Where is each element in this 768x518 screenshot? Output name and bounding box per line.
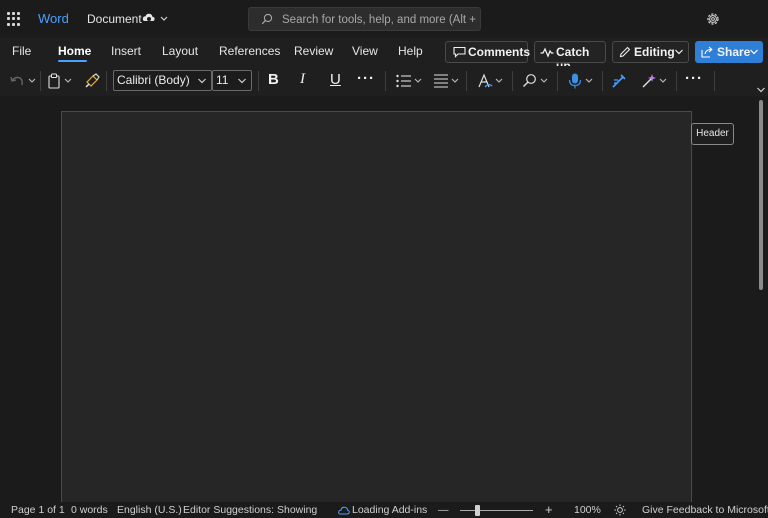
scroll-up-arrow[interactable] [756, 86, 766, 94]
document-name[interactable]: Document [87, 12, 142, 26]
toolbar-separator [557, 71, 558, 91]
tab-layout[interactable]: Layout [162, 44, 198, 58]
editing-label: Editing [634, 45, 675, 59]
toolbar-separator [106, 71, 107, 91]
font-name-field[interactable] [117, 73, 197, 87]
comments-label: Comments [468, 45, 531, 59]
toolbar-separator [676, 71, 677, 91]
editing-mode-button[interactable]: Editing [612, 41, 689, 63]
toolbar-separator [714, 71, 715, 91]
app-launcher-icon[interactable] [7, 12, 21, 26]
tab-help[interactable]: Help [398, 44, 423, 58]
toolbar-separator [466, 71, 467, 91]
bold-button[interactable]: B [268, 71, 279, 88]
editor-suggestions-status[interactable]: Editor Suggestions: Showing [183, 504, 317, 516]
language-status[interactable]: English (U.S.) [117, 504, 182, 516]
paste-icon[interactable] [47, 73, 75, 89]
find-icon[interactable] [522, 73, 552, 89]
more-formatting-button[interactable]: ··· [357, 70, 375, 87]
tab-view[interactable]: View [352, 44, 378, 58]
align-icon[interactable] [433, 73, 463, 89]
toolbar-separator [512, 71, 513, 91]
zoom-slider-thumb[interactable] [475, 505, 480, 516]
catch-up-button[interactable]: Catch up [534, 41, 606, 73]
italic-button[interactable]: I [300, 71, 305, 88]
addins-icon [338, 506, 350, 515]
share-button[interactable]: Share [695, 41, 763, 63]
chevron-down-icon [238, 78, 246, 84]
font-size-dropdown[interactable] [212, 70, 252, 91]
dictate-icon[interactable] [567, 73, 597, 89]
sun-icon[interactable] [614, 504, 626, 516]
zoom-slider-track[interactable] [460, 510, 533, 511]
tab-references[interactable]: References [219, 44, 280, 58]
zoom-out-button[interactable]: — [438, 504, 449, 516]
page-count[interactable]: Page 1 of 1 [11, 504, 65, 516]
share-label: Share [717, 45, 751, 59]
font-name-dropdown[interactable] [113, 70, 212, 91]
bullets-icon[interactable] [395, 73, 425, 89]
zoom-in-button[interactable]: + [545, 502, 553, 517]
share-icon [701, 46, 713, 58]
toolbar-separator [258, 71, 259, 91]
toolbar-separator [385, 71, 386, 91]
pencil-icon [619, 46, 631, 58]
editor-icon[interactable] [611, 73, 627, 89]
active-tab-indicator [58, 60, 87, 62]
format-painter-icon[interactable] [84, 73, 100, 89]
underline-button[interactable]: U [330, 71, 341, 88]
settings-icon[interactable] [705, 11, 721, 27]
tab-home[interactable]: Home [58, 44, 91, 58]
app-name[interactable]: Word [38, 11, 69, 26]
chevron-down-icon [675, 49, 683, 55]
chevron-down-icon [198, 78, 206, 84]
title-bar: Word Document [0, 0, 768, 38]
cloud-sync-icon[interactable] [142, 11, 156, 25]
zoom-level[interactable]: 100% [574, 504, 601, 516]
tab-review[interactable]: Review [294, 44, 333, 58]
pulse-icon [540, 47, 554, 58]
header-tag[interactable]: Header [691, 123, 734, 145]
styles-icon[interactable] [477, 73, 507, 89]
scrollbar-thumb[interactable] [759, 100, 763, 290]
tab-insert[interactable]: Insert [111, 44, 141, 58]
comment-icon [453, 46, 466, 58]
document-page[interactable] [61, 111, 692, 511]
chevron-down-icon [750, 49, 758, 55]
toolbar-separator [602, 71, 603, 91]
more-options-button[interactable]: ··· [685, 70, 703, 87]
chevron-down-icon[interactable] [159, 12, 169, 24]
search-icon [261, 13, 273, 25]
comments-button[interactable]: Comments [445, 41, 531, 63]
font-size-field[interactable] [216, 73, 238, 87]
status-bar: Page 1 of 1 0 words English (U.S.) Edito… [0, 502, 768, 518]
word-count[interactable]: 0 words [71, 504, 108, 516]
designer-icon[interactable] [641, 73, 671, 89]
addins-status: Loading Add-ins [352, 504, 428, 516]
search-input[interactable] [282, 11, 478, 28]
toolbar-separator [40, 71, 41, 91]
undo-icon[interactable] [8, 73, 36, 89]
feedback-link[interactable]: Give Feedback to Microsoft [642, 504, 768, 516]
search-box[interactable] [248, 7, 481, 31]
tab-file[interactable]: File [12, 44, 31, 58]
